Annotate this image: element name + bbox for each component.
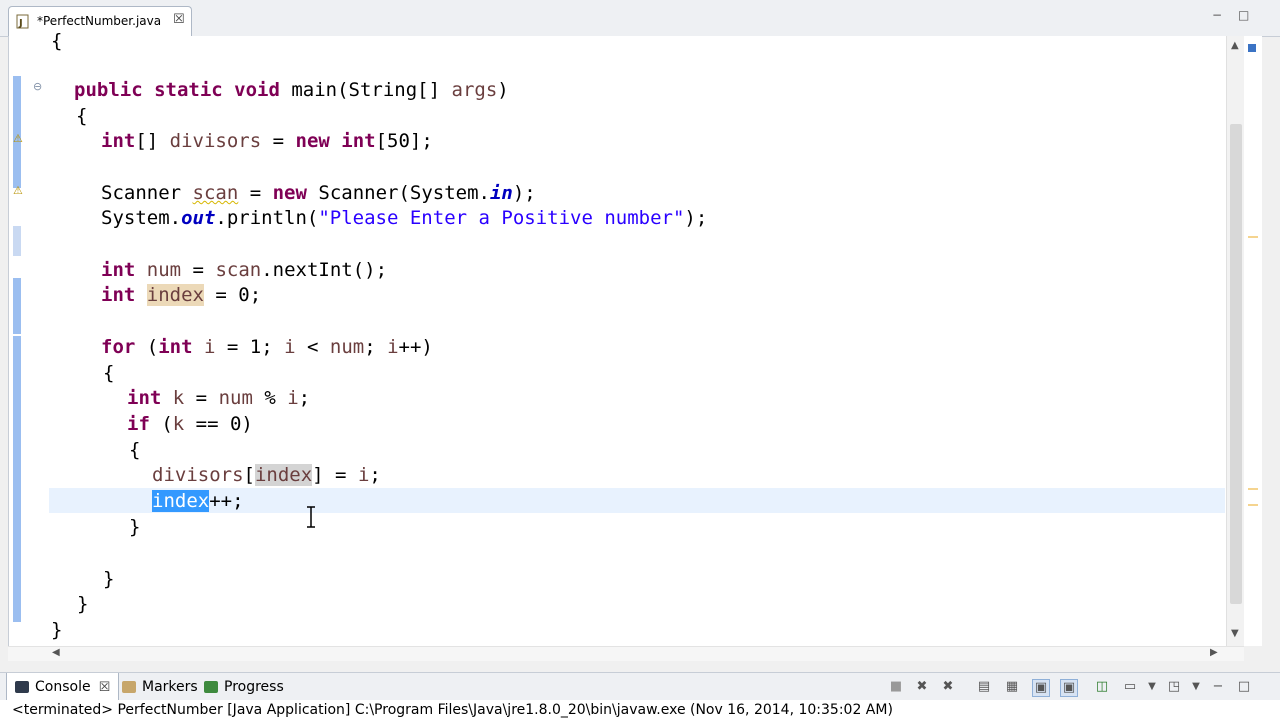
code-line: }: [129, 516, 141, 538]
code-line: int k = num % i;: [127, 387, 311, 409]
vertical-scrollbar[interactable]: ▲ ▼: [1226, 36, 1245, 646]
scroll-up-icon[interactable]: ▲: [1231, 40, 1239, 51]
close-icon[interactable]: ☒: [99, 680, 111, 695]
code-text[interactable]: { public static void main(String[] args)…: [9, 30, 707, 641]
code-line: {: [51, 30, 63, 52]
remove-launch-icon[interactable]: ✖: [914, 679, 930, 695]
ruler-annotation-marker[interactable]: [1248, 488, 1258, 490]
clear-console-icon[interactable]: ▤: [976, 679, 992, 695]
scroll-right-icon[interactable]: ▶: [1210, 647, 1218, 658]
maximize-icon[interactable]: □: [1238, 8, 1249, 22]
tab-progress-label: Progress: [224, 679, 284, 695]
code-line: System.out.println("Please Enter a Posit…: [101, 207, 708, 229]
code-line: {: [129, 439, 141, 461]
tab-markers[interactable]: Markers: [122, 673, 198, 701]
code-line: divisors[index] = i;: [152, 464, 381, 486]
scroll-lock-icon[interactable]: ▦: [1004, 679, 1020, 695]
tab-markers-label: Markers: [142, 679, 198, 695]
code-line: index++;: [152, 490, 244, 512]
tab-console[interactable]: Console ☒: [6, 673, 120, 701]
code-line: }: [103, 568, 115, 590]
overview-ruler[interactable]: [1244, 36, 1262, 646]
ruler-annotation-marker[interactable]: [1248, 504, 1258, 506]
open-console-icon[interactable]: ◳: [1166, 679, 1182, 695]
code-line: int[] divisors = new int[50];: [101, 130, 433, 152]
horizontal-scrollbar[interactable]: ◀ ▶: [8, 646, 1244, 661]
tab-console-label: Console: [35, 679, 91, 695]
code-line: public static void main(String[] args): [74, 79, 509, 101]
console-status-text: <terminated> PerfectNumber [Java Applica…: [0, 700, 1280, 720]
pin-console-icon[interactable]: ◫: [1094, 679, 1110, 695]
remove-all-terminated-icon[interactable]: ✖: [940, 679, 956, 695]
ruler-summary-icon[interactable]: [1248, 44, 1256, 52]
java-file-icon: J: [16, 14, 29, 29]
tab-progress[interactable]: Progress: [204, 673, 284, 701]
show-console-on-error-icon[interactable]: ▣: [1060, 679, 1078, 697]
code-line: {: [76, 105, 88, 127]
progress-icon: [204, 681, 218, 693]
i-beam-cursor-icon: [307, 506, 315, 528]
code-line: }: [51, 619, 63, 641]
code-line: {: [103, 362, 115, 384]
svg-text:J: J: [18, 18, 23, 29]
console-icon: [15, 681, 29, 693]
selected-text: index: [152, 490, 210, 512]
show-console-on-output-icon[interactable]: ▣: [1032, 679, 1050, 697]
ruler-annotation-marker[interactable]: [1248, 236, 1258, 238]
editor-tab-label: *PerfectNumber.java: [37, 14, 162, 28]
close-icon[interactable]: ☒: [173, 12, 185, 27]
editor-tab-bar: J *PerfectNumber.java ☒ − □: [0, 0, 1280, 37]
code-editor[interactable]: ⊖ ⚠ ⚠ { public static void main(String[]…: [8, 30, 1245, 646]
markers-icon: [122, 681, 136, 693]
display-selected-console-icon[interactable]: ▭: [1122, 679, 1138, 695]
minimize-icon[interactable]: −: [1212, 8, 1222, 22]
minimize-icon[interactable]: −: [1210, 679, 1226, 695]
code-line: int num = scan.nextInt();: [101, 259, 388, 281]
scrollbar-thumb[interactable]: [1230, 124, 1242, 604]
maximize-icon[interactable]: □: [1236, 679, 1252, 695]
code-line: Scanner scan = new Scanner(System.in);: [101, 182, 536, 204]
code-line: for (int i = 1; i < num; i++): [101, 336, 433, 358]
scroll-down-icon[interactable]: ▼: [1231, 628, 1239, 639]
chevron-down-icon[interactable]: ▼: [1188, 679, 1204, 695]
chevron-down-icon[interactable]: ▼: [1144, 679, 1160, 695]
editor-tab-perfectnumber[interactable]: J *PerfectNumber.java ☒: [8, 6, 192, 36]
console-view-bar: Console ☒ Markers Progress ■ ✖ ✖ ▤ ▦ ▣ ▣…: [0, 672, 1280, 702]
code-line: int index = 0;: [101, 284, 262, 306]
terminate-icon[interactable]: ■: [888, 679, 904, 695]
scroll-left-icon[interactable]: ◀: [52, 647, 60, 658]
code-line: }: [77, 593, 89, 615]
code-line: if (k == 0): [127, 413, 253, 435]
